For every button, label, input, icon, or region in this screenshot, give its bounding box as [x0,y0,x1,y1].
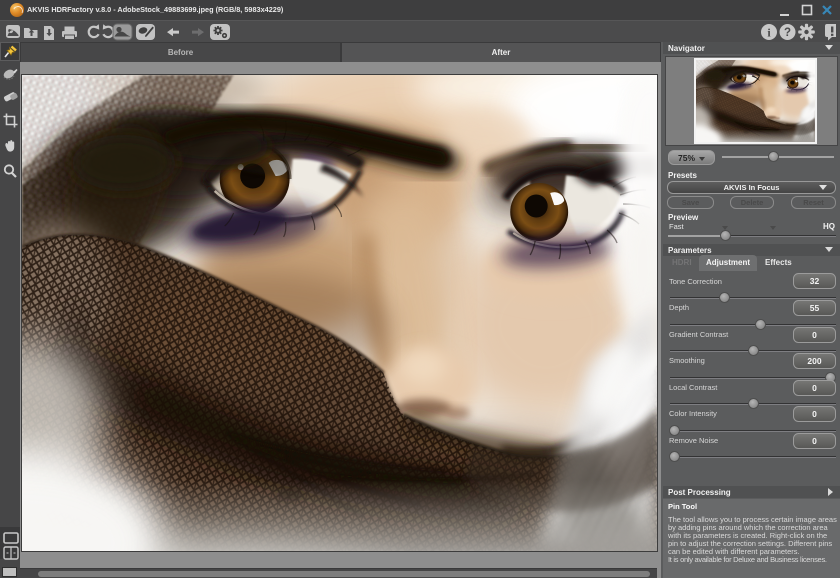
svg-text:?: ? [784,27,791,39]
